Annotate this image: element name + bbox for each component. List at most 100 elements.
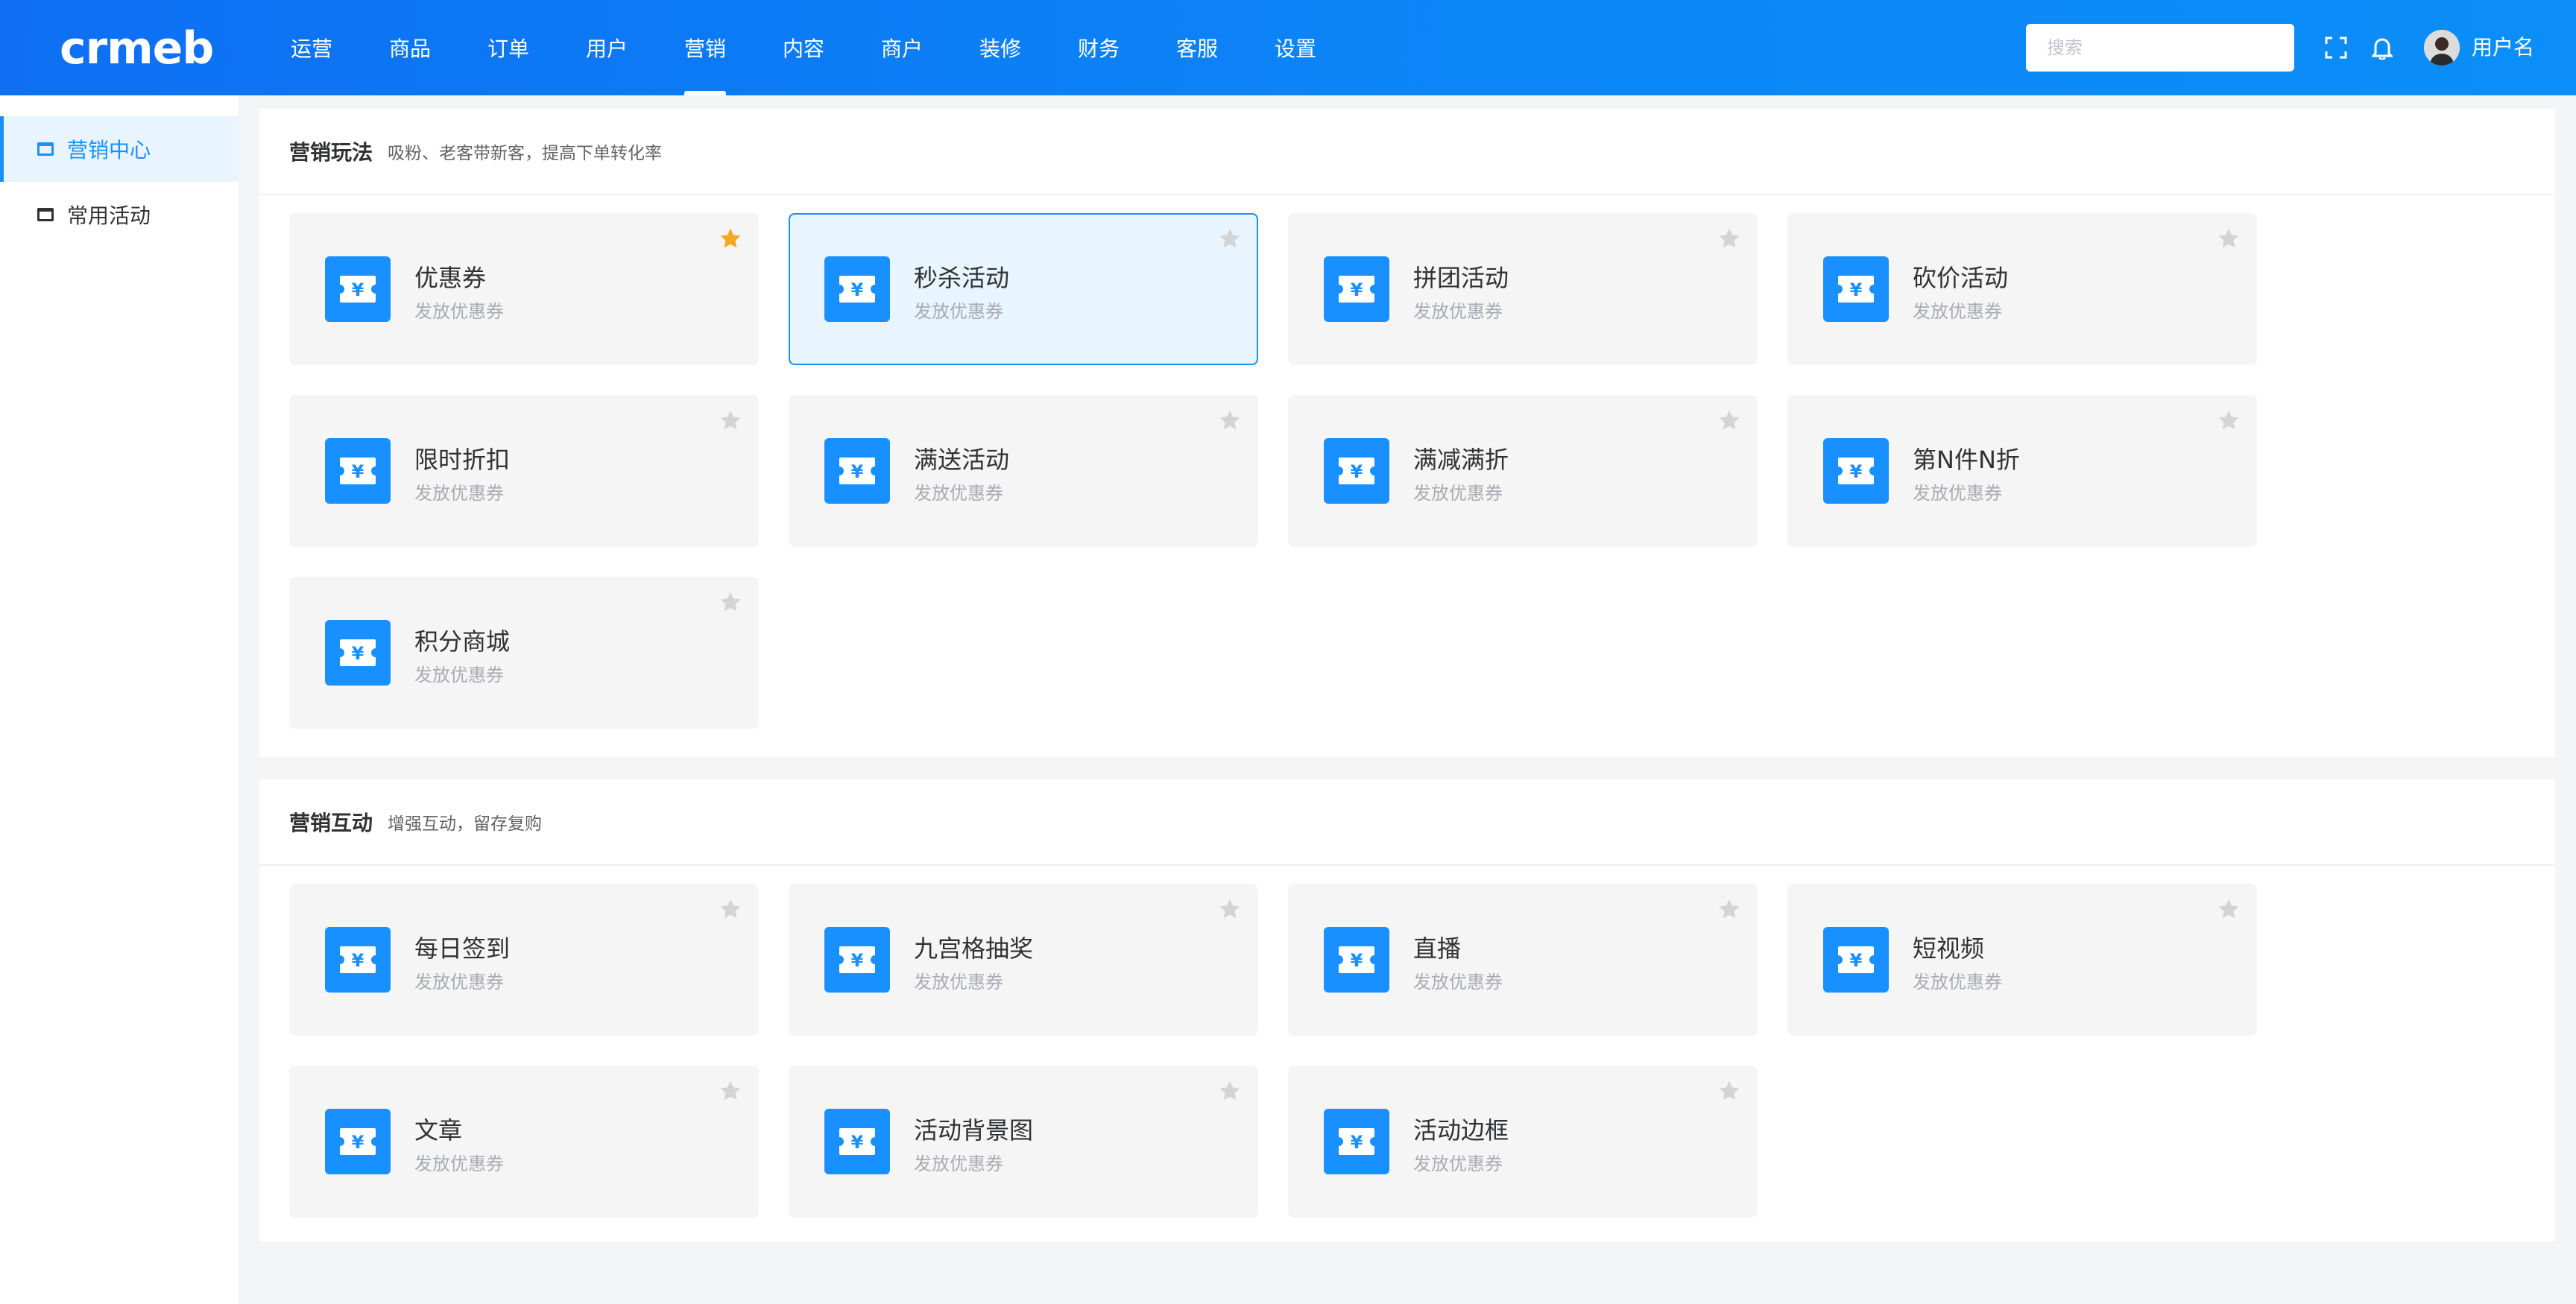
card-description: 发放优惠券 (1913, 301, 2002, 322)
svg-text:¥: ¥ (1850, 950, 1863, 971)
nav-item[interactable]: 设置 (1246, 0, 1345, 95)
coupon-yen-icon: ¥ (1823, 438, 1889, 504)
activity-card[interactable]: ¥ 拼团活动 发放优惠券 (1288, 213, 1758, 365)
logo[interactable]: crmeb (60, 22, 214, 75)
svg-text:¥: ¥ (352, 643, 364, 664)
section-subtitle: 增强互动，留存复购 (388, 814, 543, 834)
star-icon[interactable] (1216, 225, 1243, 252)
section-title: 营销互动 (289, 811, 373, 835)
card-description: 发放优惠券 (914, 1153, 1003, 1174)
logo-text: crmeb (60, 22, 214, 75)
card-description: 发放优惠券 (414, 972, 504, 993)
sidebar-item-common-activities[interactable]: 常用活动 (0, 182, 239, 247)
activity-card[interactable]: ¥ 优惠券 发放优惠券 (289, 213, 759, 365)
sidebar-item-marketing-center[interactable]: 营销中心 (0, 116, 239, 182)
svg-text:¥: ¥ (1351, 950, 1363, 971)
card-title: 积分商城 (414, 627, 511, 656)
star-icon[interactable] (717, 225, 744, 252)
section-marketing-interaction: 营销互动 增强互动，留存复购 ¥ 每日签到 发放优惠券 ¥ 九宫格抽奖 发放优惠券 ¥ 直播发… (259, 779, 2555, 1241)
star-icon[interactable] (1716, 1077, 1743, 1104)
star-icon[interactable] (717, 896, 744, 922)
coupon-yen-icon: ¥ (1823, 256, 1889, 322)
coupon-yen-icon: ¥ (1324, 438, 1389, 504)
coupon-yen-icon: ¥ (824, 1109, 890, 1174)
star-icon[interactable] (2215, 407, 2242, 434)
svg-text:¥: ¥ (352, 279, 364, 300)
svg-text:¥: ¥ (352, 461, 364, 482)
avatar[interactable] (2424, 30, 2460, 66)
activity-card[interactable]: ¥ 活动背景图 发放优惠券 (789, 1066, 1258, 1218)
activity-card[interactable]: ¥ 限时折扣 发放优惠券 (289, 395, 759, 547)
coupon-yen-icon: ¥ (824, 438, 890, 504)
nav-item[interactable]: 内容 (754, 0, 853, 95)
activity-card[interactable]: ¥ 砍价活动发放优惠券 (1787, 213, 2257, 365)
section-marketing-play: 营销玩法 吸粉、老客带新客，提高下单转化率 ¥ 优惠券 发放优惠券 ¥ 秒杀活动 发放优惠… (259, 109, 2555, 757)
star-icon[interactable] (1716, 407, 1743, 434)
card-title: 第N件N折 (1913, 446, 2020, 474)
star-icon[interactable] (1216, 1077, 1243, 1104)
card-description: 发放优惠券 (1913, 972, 2002, 993)
card-description: 发放优惠券 (914, 301, 1003, 322)
nav-item[interactable]: 订单 (459, 0, 558, 95)
main-nav: 运营 商品 订单 用户 营销 内容 商户 装修 财务 客服 设置 (262, 0, 1345, 95)
activity-card[interactable]: ¥ 九宫格抽奖 发放优惠券 (789, 884, 1258, 1036)
star-icon[interactable] (1216, 407, 1243, 434)
card-description: 发放优惠券 (1413, 483, 1503, 504)
nav-item[interactable]: 用户 (558, 0, 656, 95)
star-icon[interactable] (1216, 896, 1243, 922)
nav-item[interactable]: 运营 (262, 0, 361, 95)
star-icon[interactable] (717, 407, 744, 434)
star-icon[interactable] (1716, 225, 1743, 252)
nav-item[interactable]: 财务 (1049, 0, 1148, 95)
activity-card[interactable]: ¥ 满减满折 发放优惠券 (1288, 395, 1758, 547)
nav-item[interactable]: 营销 (656, 0, 754, 95)
activity-card[interactable]: ¥ 每日签到发放优惠券 (289, 884, 759, 1036)
card-description: 发放优惠券 (1413, 301, 1503, 322)
nav-item[interactable]: 商户 (853, 0, 951, 95)
activity-card[interactable]: ¥ 短视频 发放优惠券 (1787, 884, 2257, 1036)
card-title: 每日签到 (414, 934, 511, 963)
sidebar: 营销中心 常用活动 (0, 95, 239, 1304)
activity-card[interactable]: ¥ 积分商城 发放优惠券 (289, 577, 759, 729)
star-icon[interactable] (1716, 896, 1743, 922)
card-description: 发放优惠券 (414, 1153, 504, 1174)
svg-text:¥: ¥ (1351, 279, 1363, 300)
svg-text:¥: ¥ (1351, 461, 1363, 482)
activity-card[interactable]: ¥ 满送活动 发放优惠券 (789, 395, 1258, 547)
star-icon[interactable] (717, 589, 744, 615)
card-title: 限时折扣 (414, 446, 511, 474)
svg-text:¥: ¥ (352, 950, 364, 971)
coupon-yen-icon: ¥ (325, 1109, 391, 1174)
activity-card[interactable]: ¥ 活动边框 发放优惠券 (1288, 1066, 1758, 1218)
nav-item[interactable]: 商品 (361, 0, 459, 95)
card-title: 秒杀活动 (914, 264, 1010, 292)
star-icon[interactable] (717, 1077, 744, 1104)
section-title: 营销玩法 (289, 140, 373, 165)
card-title: 九宫格抽奖 (914, 934, 1034, 963)
coupon-yen-icon: ¥ (824, 256, 890, 322)
activity-card[interactable]: ¥ 直播 发放优惠券 (1288, 884, 1758, 1036)
star-icon[interactable] (2215, 896, 2242, 922)
coupon-yen-icon: ¥ (1324, 256, 1389, 322)
coupon-yen-icon: ¥ (1324, 1109, 1389, 1174)
card-description: 发放优惠券 (1413, 1153, 1503, 1174)
card-title: 砍价活动 (1913, 264, 2009, 292)
nav-item[interactable]: 客服 (1148, 0, 1246, 95)
bell-icon[interactable] (2367, 33, 2397, 63)
svg-text:¥: ¥ (1850, 461, 1863, 482)
coupon-yen-icon: ¥ (325, 927, 391, 993)
window-icon (37, 142, 54, 156)
activity-card[interactable]: ¥ 文章发放优惠券 (289, 1066, 759, 1218)
fullscreen-icon[interactable] (2321, 33, 2351, 63)
nav-item[interactable]: 装修 (951, 0, 1049, 95)
activity-card[interactable]: ¥ 第N件N折发放优惠券 (1787, 395, 2257, 547)
activity-card[interactable]: ¥ 秒杀活动发放优惠券 (789, 213, 1258, 365)
card-title: 直播 (1413, 934, 1462, 963)
card-title: 文章 (414, 1116, 463, 1145)
coupon-yen-icon: ¥ (325, 620, 391, 686)
search-input[interactable] (2026, 24, 2294, 72)
sidebar-item-label: 常用活动 (67, 203, 151, 228)
username[interactable]: 用户名 (2472, 30, 2534, 66)
star-icon[interactable] (2215, 225, 2242, 252)
card-description: 发放优惠券 (1913, 483, 2002, 504)
